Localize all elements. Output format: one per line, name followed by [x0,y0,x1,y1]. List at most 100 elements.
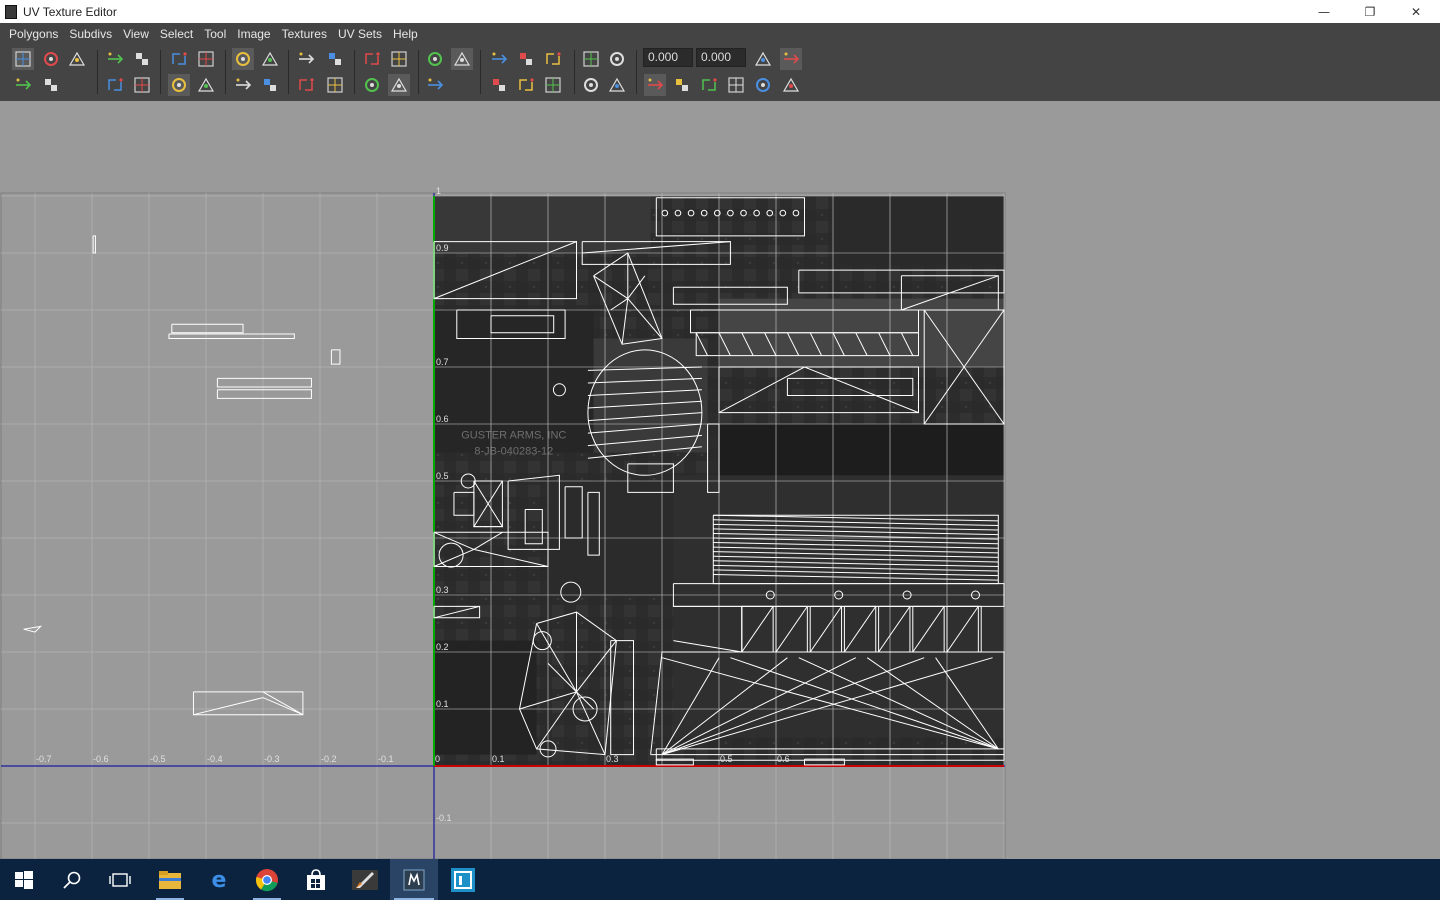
shaded-icon[interactable] [324,74,346,96]
menu-bar: Polygons Subdivs View Select Tool Image … [0,23,1440,45]
copy-icon[interactable] [488,74,510,96]
menu-subdivs[interactable]: Subdivs [64,23,117,45]
uv-viewport[interactable]: GUSTER ARMS, INC 8-JB-040283-12 1 0.9 0.7 0.… [0,101,1440,859]
align-u-icon[interactable] [451,48,473,70]
start-button[interactable] [0,859,48,900]
flip-u-icon[interactable] [104,48,126,70]
uv-shell[interactable] [330,349,341,365]
store-button[interactable] [292,859,340,900]
v-value-field[interactable]: 0.000 [696,48,746,67]
image-display-icon[interactable] [515,48,537,70]
menu-textures[interactable]: Textures [277,23,332,45]
maya-app-button[interactable] [390,859,438,900]
align-v-icon[interactable] [488,48,510,70]
tool-b-20-icon[interactable] [698,74,720,96]
grid-toggle-icon[interactable] [580,48,602,70]
rgb-channel-icon[interactable] [361,74,383,96]
smudge-icon[interactable] [131,74,153,96]
straighten-icon[interactable] [104,74,126,96]
alpha-channel-icon[interactable] [388,74,410,96]
minimize-button[interactable]: — [1301,0,1347,23]
layout-icon[interactable] [361,48,383,70]
v-axis-label: 0.3 [436,585,449,595]
dim-image-icon[interactable] [424,74,446,96]
uv-shell[interactable] [92,235,96,254]
uv-shell[interactable] [216,389,312,399]
u-axis-label: -0.2 [321,754,337,764]
uv-shell[interactable] [23,625,43,633]
cycle-icon[interactable] [259,74,281,96]
unitize-icon[interactable] [40,74,62,96]
snapshot-icon[interactable] [606,48,628,70]
toolbar-separator [97,50,98,94]
uv-shell[interactable] [168,333,295,339]
menu-help[interactable]: Help [388,23,423,45]
texture-region [434,640,537,755]
select-face-icon[interactable] [66,48,88,70]
isolate-icon[interactable] [295,74,317,96]
menu-view[interactable]: View [118,23,154,45]
launcher-app-button[interactable] [439,859,487,900]
scale-icon[interactable] [168,74,190,96]
sew-uv-icon[interactable] [259,48,281,70]
menu-image[interactable]: Image [232,23,275,45]
pixel-snap-icon[interactable] [780,48,802,70]
rotate-ccw-icon[interactable] [168,48,190,70]
paste-u-icon[interactable] [542,74,564,96]
v-axis-label: 0.1 [436,699,449,709]
merge-uv-icon[interactable] [324,48,346,70]
title-bar: UV Texture Editor — ❐ ✕ [0,0,1440,23]
tool-b-22-icon[interactable] [752,74,774,96]
select-uv-shell-icon[interactable] [40,48,62,70]
uv-shell[interactable] [216,377,312,388]
file-explorer-button[interactable] [146,859,194,900]
relax-icon[interactable] [424,48,446,70]
tool-b-21-icon[interactable] [725,74,747,96]
toolbar-separator [225,50,226,94]
paste-icon[interactable] [515,74,537,96]
menu-uv-sets[interactable]: UV Sets [333,23,387,45]
tool-b-23-icon[interactable] [780,74,802,96]
move-sew-icon[interactable] [295,48,317,70]
toolbar-separator [480,50,481,94]
normalize-icon[interactable] [12,74,34,96]
chrome-button[interactable] [243,859,291,900]
checker-icon[interactable] [542,48,564,70]
unfold-icon[interactable] [388,48,410,70]
menu-tool[interactable]: Tool [199,23,231,45]
grid-snap-icon[interactable] [12,48,34,70]
close-button[interactable]: ✕ [1393,0,1439,23]
launcher-app-icon [451,867,475,892]
search-icon [63,871,81,889]
tool-b-19-icon[interactable] [671,74,693,96]
uv-canvas[interactable]: GUSTER ARMS, INC 8-JB-040283-12 1 0.9 0.7 0.… [0,101,1440,859]
rotate-cw-icon[interactable] [195,48,217,70]
uv-shell[interactable] [171,323,244,334]
u-value-field[interactable]: 0.000 [643,48,693,67]
flip-v-icon[interactable] [131,48,153,70]
cut-uv-icon[interactable] [232,48,254,70]
maya-app-icon [403,869,425,890]
menu-polygons[interactable]: Polygons [4,23,63,45]
task-view-button[interactable] [96,859,144,900]
uv-shell[interactable] [192,691,304,716]
uv-edge[interactable] [193,691,304,716]
swap-icon[interactable] [606,74,628,96]
rocket-app-button[interactable] [341,859,389,900]
toolbar-separator [354,50,355,94]
shaded-uv-icon[interactable] [752,48,774,70]
pin-icon[interactable] [195,74,217,96]
search-button[interactable] [48,859,96,900]
v-axis-label: 0.2 [436,642,449,652]
edge-button[interactable]: e [195,859,243,900]
texture-region [593,338,708,453]
menu-select[interactable]: Select [155,23,198,45]
delete-icon[interactable] [644,74,666,96]
u-axis-label: -0.1 [378,754,394,764]
svg-text:e: e [212,869,227,891]
paste-v-icon[interactable] [580,74,602,96]
restore-button[interactable]: ❐ [1347,0,1393,23]
move-shell-icon[interactable] [232,74,254,96]
v-axis-label: 0.5 [436,471,449,481]
start-icon [15,870,33,889]
